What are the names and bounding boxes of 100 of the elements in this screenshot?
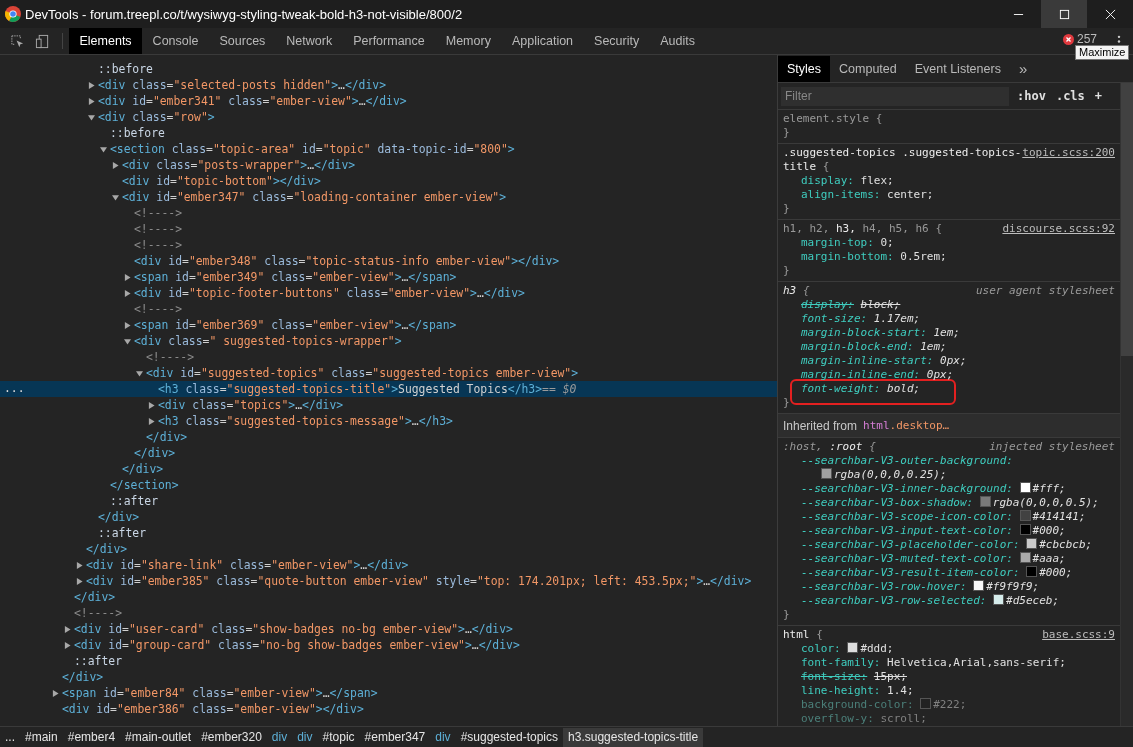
panel-tab[interactable]: Audits <box>649 28 706 54</box>
dom-tree-row[interactable]: <div class="selected-posts hidden">…</div> <box>0 77 777 93</box>
triangle-icon[interactable] <box>76 561 83 569</box>
dom-tree-row[interactable]: <div id="ember386" class="ember-view"></div> <box>0 701 777 717</box>
dom-tree-row[interactable]: <span id="ember84" class="ember-view">…</span> <box>0 685 777 701</box>
triangle-icon[interactable] <box>124 273 131 281</box>
triangle-icon[interactable] <box>64 641 71 649</box>
panel-tab[interactable]: Sources <box>209 28 276 54</box>
dom-tree-row[interactable]: ::before <box>0 61 777 77</box>
color-swatch[interactable] <box>1019 552 1031 563</box>
dom-tree-row[interactable]: <div id="ember347" class="loading-container ember-view"> <box>0 189 777 205</box>
dom-tree-row[interactable]: <div class=" suggested-topics-wrapper"> <box>0 333 777 349</box>
breadcrumb[interactable]: #suggested-topics <box>455 727 564 747</box>
color-swatch[interactable] <box>821 468 832 479</box>
panel-tab[interactable]: Performance <box>342 28 436 54</box>
panel-tab[interactable]: Memory <box>435 28 502 54</box>
color-swatch[interactable] <box>1026 538 1038 549</box>
scrollbar[interactable] <box>1120 83 1133 726</box>
color-swatch[interactable] <box>993 594 1005 605</box>
dom-tree-row[interactable]: <div id="user-card" class="show-badges no-bg ember-view">…</div> <box>0 621 777 637</box>
dom-tree-row[interactable]: ... <h3 class="suggested-topics-title">Suggested Topics</h3>== $0 <box>0 381 777 397</box>
dom-tree-row[interactable]: <div class="row"> <box>0 109 777 125</box>
dom-tree-row[interactable]: <div id="group-card" class="no-bg show-badges ember-view">…</div> <box>0 637 777 653</box>
panel-tab[interactable]: Network <box>275 28 343 54</box>
triangle-icon[interactable] <box>88 81 95 89</box>
dom-tree-row[interactable]: ::after <box>0 525 777 541</box>
color-swatch[interactable] <box>847 642 859 653</box>
filter-field[interactable]: Filter <box>781 86 1009 106</box>
panel-tab[interactable]: Elements <box>69 28 143 54</box>
color-swatch[interactable] <box>973 580 985 591</box>
dom-tree-row[interactable]: <!----> <box>0 605 777 621</box>
dom-tree-row[interactable]: <!----> <box>0 237 777 253</box>
dom-tree-row[interactable]: <div class="topics">…</div> <box>0 397 777 413</box>
triangle-icon[interactable] <box>88 113 95 121</box>
dom-tree-row[interactable]: <div id="topic-bottom"></div> <box>0 173 777 189</box>
triangle-icon[interactable] <box>136 369 143 377</box>
dom-tree-row[interactable]: <div id="topic-footer-buttons" class="ember-view">…</div> <box>0 285 777 301</box>
dom-tree-row[interactable]: <div id="ember348" class="topic-status-info ember-view"></div> <box>0 253 777 269</box>
error-icon[interactable] <box>1062 33 1074 45</box>
dom-tree-row[interactable]: <h3 class="suggested-topics-message">…</h3> <box>0 413 777 429</box>
toolbar-button[interactable]: + <box>1092 89 1105 103</box>
dom-tree-row[interactable]: ::after <box>0 653 777 669</box>
panel-tab[interactable]: Console <box>142 28 209 54</box>
triangle-icon[interactable] <box>88 97 95 105</box>
panel-tab[interactable]: Application <box>501 28 584 54</box>
error-count[interactable]: 257 <box>1076 33 1097 45</box>
maximize-button[interactable] <box>1041 0 1087 28</box>
breadcrumb[interactable]: div <box>266 727 293 747</box>
color-swatch[interactable] <box>920 698 932 709</box>
triangle-icon[interactable] <box>112 161 119 169</box>
triangle-icon[interactable] <box>76 577 83 585</box>
sidebar-tab[interactable]: Computed <box>830 55 906 82</box>
sidebar-tab[interactable]: Event Listeners <box>905 55 1010 82</box>
dom-tree-row[interactable]: <span id="ember349" class="ember-view">…</span> <box>0 269 777 285</box>
dom-tree-row[interactable]: <!----> <box>0 349 777 365</box>
dom-tree-row[interactable]: <span id="ember369" class="ember-view">…</span> <box>0 317 777 333</box>
dom-tree-row[interactable]: <div id="ember341" class="ember-view">…</div> <box>0 93 777 109</box>
triangle-icon[interactable] <box>148 401 155 409</box>
triangle-icon[interactable] <box>64 625 71 633</box>
dom-tree-row[interactable]: <div id="share-link" class="ember-view">…</div> <box>0 557 777 573</box>
sidebar-tab[interactable]: Styles <box>778 55 831 82</box>
breadcrumb[interactable]: #ember320 <box>196 727 267 747</box>
toolbar-button[interactable]: :hov <box>1015 89 1048 103</box>
toolbar-button[interactable]: .cls <box>1053 89 1087 103</box>
color-swatch[interactable] <box>1019 510 1031 521</box>
dom-tree-row[interactable]: ::before <box>0 125 777 141</box>
breadcrumb[interactable]: #topic <box>317 727 360 747</box>
device-icon[interactable] <box>35 33 50 49</box>
triangle-icon[interactable] <box>124 321 131 329</box>
breadcrumb[interactable]: div <box>292 727 318 747</box>
triangle-icon[interactable] <box>148 417 155 425</box>
breadcrumb[interactable]: #main <box>20 727 63 747</box>
dom-tree-row[interactable]: <!----> <box>0 205 777 221</box>
breadcrumb[interactable]: div <box>430 727 456 747</box>
color-swatch[interactable] <box>1019 482 1031 493</box>
breadcrumb[interactable]: ... <box>0 727 20 747</box>
triangle-icon[interactable] <box>52 689 59 697</box>
color-swatch[interactable] <box>1019 524 1031 535</box>
more-tabs-button[interactable]: » <box>1009 55 1037 82</box>
source-link[interactable]: topic.scss:200 <box>1022 146 1115 160</box>
triangle-icon[interactable] <box>100 145 107 153</box>
dom-tree-row[interactable]: <section class="topic-area" id="topic" data-topic-id="800"> <box>0 141 777 157</box>
dom-tree-row[interactable]: <!----> <box>0 301 777 317</box>
panel-tab[interactable]: Security <box>583 28 650 54</box>
triangle-icon[interactable] <box>124 337 131 345</box>
color-swatch[interactable] <box>979 496 991 507</box>
breadcrumb[interactable]: h3.suggested-topics-title <box>563 727 704 747</box>
color-swatch[interactable] <box>1026 566 1038 577</box>
triangle-icon[interactable] <box>112 193 119 201</box>
source-link[interactable]: base.scss:9 <box>1042 628 1115 642</box>
dom-tree-row[interactable]: ::after <box>0 493 777 509</box>
breadcrumb[interactable]: #main-outlet <box>120 727 197 747</box>
dom-tree-row[interactable]: <div id="suggested-topics" class="suggested-topics ember-view"> <box>0 365 777 381</box>
inspect-icon[interactable] <box>10 33 25 49</box>
dom-tree-row[interactable]: <div class="posts-wrapper">…</div> <box>0 157 777 173</box>
source-link[interactable]: discourse.scss:92 <box>1002 222 1115 236</box>
element-link[interactable]: html.desktop… <box>863 418 950 433</box>
triangle-icon[interactable] <box>124 289 131 297</box>
breadcrumb[interactable]: #ember347 <box>359 727 431 747</box>
breadcrumb[interactable]: #ember4 <box>62 727 121 747</box>
